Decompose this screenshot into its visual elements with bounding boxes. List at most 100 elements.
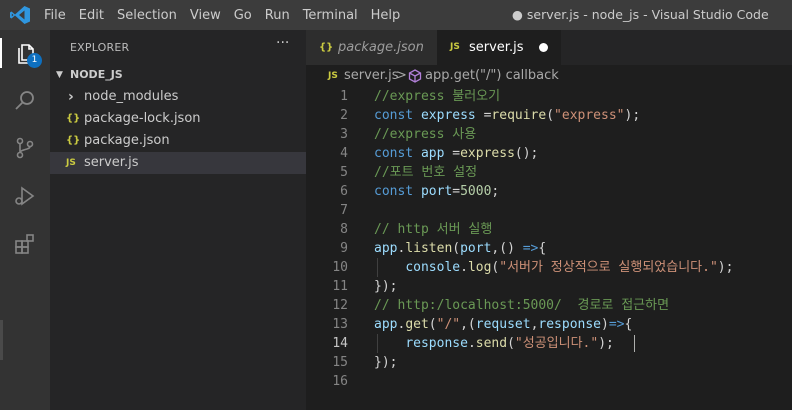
code-line[interactable]: const app =express();	[374, 144, 538, 163]
line-number: 3	[340, 127, 348, 142]
code-token: get	[405, 317, 429, 332]
menu-edit[interactable]: Edit	[79, 8, 104, 23]
extensions-icon[interactable]	[13, 232, 37, 256]
code-token: ,()	[491, 241, 523, 256]
code-token: =>	[522, 241, 539, 256]
line-number: 4	[340, 146, 348, 161]
code-token: =>	[608, 317, 625, 332]
code-line[interactable]: });	[374, 353, 397, 372]
code-token: // http 서버 실행	[374, 222, 493, 237]
code-token: });	[374, 279, 398, 294]
code-token: 5000	[460, 184, 492, 199]
breadcrumb-symbol[interactable]: app.get("/") callback	[425, 65, 559, 87]
tree-item-package-json[interactable]: {} package.json	[50, 130, 306, 152]
breadcrumb-file[interactable]: server.js	[344, 65, 398, 87]
run-debug-icon[interactable]	[13, 184, 37, 208]
code-line[interactable]: response.send("성공입니다.");	[374, 334, 614, 353]
line-number: 16	[332, 374, 348, 389]
line-number: 6	[340, 184, 348, 199]
chevron-down-icon: ▼	[56, 70, 63, 80]
menu-terminal[interactable]: Terminal	[303, 8, 358, 23]
code-token: "/"	[436, 317, 461, 332]
code-token: response	[538, 317, 602, 332]
code-line[interactable]: //포트 번호 설정	[374, 163, 477, 182]
code-line[interactable]: //express 불러오기	[374, 87, 500, 106]
code-token: listen	[405, 241, 453, 256]
line-number: 9	[340, 241, 348, 256]
tab-package-json[interactable]: {} package.json	[306, 30, 437, 65]
method-symbol-icon	[408, 69, 422, 83]
code-token: "서버가 정상적으로 실행되었습니다."	[499, 260, 718, 275]
indent-guide	[377, 334, 378, 353]
code-token: ;	[491, 184, 500, 199]
menu-view[interactable]: View	[190, 8, 221, 23]
code-editor[interactable]: 1 2 3 4 5 6 7 8 9 10 11 12 13 14 15 16//express 불러오기 con…	[306, 87, 792, 410]
search-icon[interactable]	[13, 88, 37, 112]
code-line[interactable]: // http 서버 실행	[374, 220, 492, 239]
code-token: (	[452, 241, 461, 256]
tab-label: server.js	[469, 40, 524, 55]
vscode-logo-icon[interactable]	[10, 6, 30, 24]
line-number: 5	[340, 165, 348, 180]
code-line[interactable]: app.listen(port,() =>{	[374, 239, 546, 258]
tree-item-label: package.json	[84, 133, 170, 148]
code-line[interactable]: console.log("서버가 정상적으로 실행되었습니다.");	[374, 258, 733, 277]
code-token: {	[624, 317, 633, 332]
explorer-badge: 1	[27, 53, 42, 68]
json-file-icon: {}	[66, 135, 81, 146]
code-token: (	[546, 108, 555, 123]
code-token: );	[717, 260, 734, 275]
tree-item-package-lock[interactable]: {} package-lock.json	[50, 108, 306, 130]
indent-guide	[377, 258, 378, 277]
code-line[interactable]: });	[374, 277, 397, 296]
workspace-folder[interactable]: ▼ NODE_JS	[50, 64, 306, 86]
more-actions-icon[interactable]: ···	[276, 35, 289, 51]
code-line[interactable]: const express =require("express");	[374, 106, 640, 125]
code-token: //포트 번호 설정	[374, 165, 478, 180]
code-token: =	[475, 108, 492, 123]
code-token: );	[598, 336, 614, 351]
code-token: log	[467, 260, 492, 275]
editor-tabs: {} package.json JS server.js	[306, 30, 792, 65]
tree-item-label: server.js	[84, 155, 139, 170]
code-token: });	[374, 355, 398, 370]
code-token: app	[374, 317, 398, 332]
menu-help[interactable]: Help	[371, 8, 401, 23]
code-token: port	[420, 184, 453, 199]
panel-edge	[0, 320, 3, 360]
menu-file[interactable]: File	[44, 8, 66, 23]
code-token: (	[428, 317, 437, 332]
code-token: (	[507, 336, 515, 351]
tab-server-js[interactable]: JS server.js	[437, 30, 561, 65]
tree-item-server-js[interactable]: JS server.js	[50, 152, 306, 174]
chevron-right-icon: ›	[68, 89, 74, 105]
code-token: "express"	[554, 108, 625, 123]
unsaved-dot-icon[interactable]	[539, 43, 548, 52]
menu-run[interactable]: Run	[265, 8, 290, 23]
source-control-icon[interactable]	[13, 136, 37, 160]
code-token: //express 불러오기	[374, 89, 501, 104]
code-token: );	[624, 108, 641, 123]
code-token: const	[374, 146, 421, 161]
line-number: 15	[332, 355, 348, 370]
title-bar: File Edit Selection View Go Run Terminal…	[0, 0, 792, 30]
line-number: 8	[340, 222, 348, 237]
menu-go[interactable]: Go	[234, 8, 252, 23]
code-token: console	[405, 260, 461, 275]
code-token: ();	[514, 146, 539, 161]
code-line[interactable]: app.get("/",(requset,response)=>{	[374, 315, 632, 334]
line-number: 12	[332, 298, 348, 313]
menu-selection[interactable]: Selection	[117, 8, 177, 23]
workspace-folder-label: NODE_JS	[70, 68, 123, 81]
breadcrumb: JS server.js > app.get("/") callback	[306, 65, 792, 87]
code-line[interactable]: //express 사용	[374, 125, 476, 144]
tab-label: package.json	[338, 40, 424, 55]
code-line[interactable]: const port=5000;	[374, 182, 499, 201]
tree-item-node-modules[interactable]: › node_modules	[50, 86, 306, 108]
code-token: app	[374, 241, 398, 256]
code-line[interactable]: // http:/localhost:5000/ 경로로 접근하면	[374, 296, 669, 315]
json-file-icon: {}	[319, 42, 334, 53]
code-token: // http:/localhost:5000/ 경로로 접근하면	[374, 298, 670, 313]
